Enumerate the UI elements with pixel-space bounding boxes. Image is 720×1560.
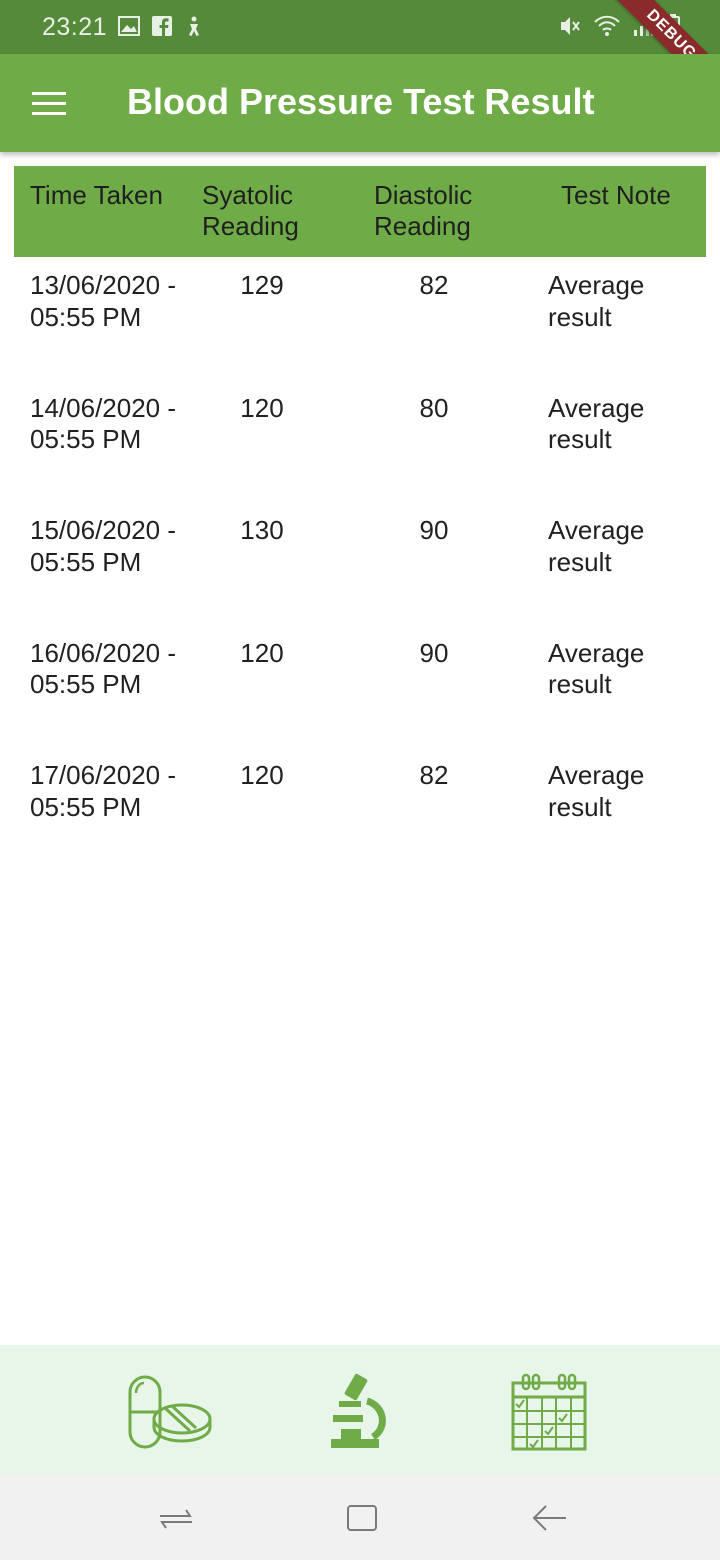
table-row: 14/06/2020 - 05:55 PM 120 80 Average res… <box>14 380 706 503</box>
nav-tests-button[interactable] <box>315 1371 405 1453</box>
cell-diastolic: 90 <box>419 515 449 545</box>
home-button[interactable] <box>342 1500 382 1536</box>
calendar-icon <box>511 1373 587 1451</box>
cell-systolic: 120 <box>240 392 284 423</box>
accessibility-icon <box>189 16 199 36</box>
column-header-systolic: Syatolic Reading <box>202 180 299 241</box>
column-header-time: Time Taken <box>30 180 163 210</box>
cell-diastolic: 90 <box>419 637 449 668</box>
cell-systolic: 120 <box>240 760 284 790</box>
results-table: Time Taken Syatolic Reading Diastolic Re… <box>14 166 706 870</box>
back-icon <box>532 1505 566 1531</box>
menu-button[interactable] <box>32 92 66 116</box>
image-icon <box>118 16 140 36</box>
wifi-icon <box>594 15 620 36</box>
back-button[interactable] <box>530 1500 570 1536</box>
mute-icon <box>561 17 580 35</box>
cell-note: Average result <box>548 270 645 332</box>
table-row: 17/06/2020 - 05:55 PM 120 82 Average res… <box>14 747 706 870</box>
table-row: 16/06/2020 - 05:55 PM 120 90 Average res… <box>14 625 706 748</box>
home-icon <box>347 1505 377 1531</box>
cell-time: 17/06/2020 - 05:55 PM <box>30 760 177 822</box>
cell-note: Average result <box>548 392 645 455</box>
table-row: 15/06/2020 - 05:55 PM 130 90 Average res… <box>14 502 706 625</box>
cell-time: 13/06/2020 - 05:55 PM <box>30 270 177 332</box>
column-header-diastolic: Diastolic Reading <box>374 180 473 241</box>
page-title: Blood Pressure Test Result <box>127 81 595 122</box>
pills-icon <box>128 1375 212 1449</box>
cell-systolic: 129 <box>240 270 284 300</box>
cell-diastolic: 82 <box>419 760 449 790</box>
cell-note: Average result <box>548 637 645 700</box>
system-navigation-bar <box>0 1476 720 1560</box>
status-bar: 23:21 <box>0 0 720 54</box>
table-row: 13/06/2020 - 05:55 PM 129 82 Average res… <box>14 257 706 380</box>
cell-note: Average result <box>548 760 645 822</box>
recent-apps-button[interactable] <box>156 1500 196 1536</box>
table-header: Time Taken Syatolic Reading Diastolic Re… <box>14 166 706 257</box>
cell-time: 14/06/2020 - 05:55 PM <box>30 392 177 455</box>
facebook-icon <box>152 16 172 36</box>
status-time: 23:21 <box>42 13 108 41</box>
nav-calendar-button[interactable] <box>505 1371 595 1453</box>
column-header-note: Test Note <box>561 180 671 210</box>
bottom-navigation <box>0 1345 720 1476</box>
cell-systolic: 130 <box>240 515 284 545</box>
menu-icon <box>32 92 66 115</box>
microscope-icon <box>331 1373 386 1448</box>
app-bar: Blood Pressure Test Result <box>0 54 720 152</box>
nav-medication-button[interactable] <box>124 1371 214 1453</box>
cell-time: 16/06/2020 - 05:55 PM <box>30 637 177 700</box>
cell-note: Average result <box>548 515 645 577</box>
cell-systolic: 120 <box>240 637 284 668</box>
cell-time: 15/06/2020 - 05:55 PM <box>30 515 177 577</box>
recent-apps-icon <box>160 1509 192 1529</box>
cell-diastolic: 82 <box>419 270 449 300</box>
cell-diastolic: 80 <box>419 392 449 423</box>
